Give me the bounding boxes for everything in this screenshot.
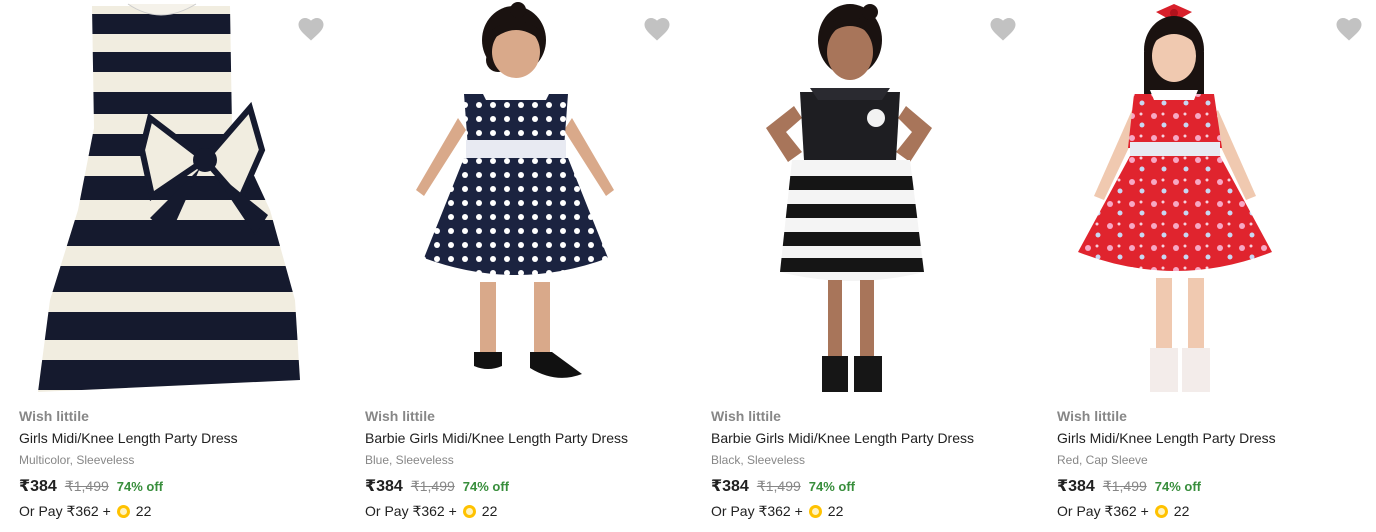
product-variant: Multicolor, Sleeveless <box>19 453 135 467</box>
selling-price: ₹384 <box>19 478 57 495</box>
pay-with-coins-text: Or Pay ₹362 + <box>1057 502 1149 519</box>
heart-icon <box>644 18 670 41</box>
polka-dot-dress-image <box>416 2 614 378</box>
striped-satin-dress-image <box>766 4 932 392</box>
product-card[interactable]: Wish littile Girls Midi/Knee Length Part… <box>0 0 346 532</box>
product-title[interactable]: Girls Midi/Knee Length Party Dress <box>19 428 339 448</box>
original-price: ₹1,499 <box>410 477 455 494</box>
discount-label: 74% off <box>1154 478 1202 494</box>
supercoin-icon <box>1154 504 1168 518</box>
coin-count: 22 <box>827 503 844 519</box>
product-variant: Red, Cap Sleeve <box>1057 453 1148 467</box>
discount-label: 74% off <box>116 478 164 494</box>
product-info: Wish littile Girls Midi/Knee Length Part… <box>19 407 339 522</box>
product-info: Wish littile Girls Midi/Knee Length Part… <box>1057 407 1376 522</box>
product-card[interactable]: Wish littile Girls Midi/Knee Length Part… <box>1038 0 1376 532</box>
supercoin-icon <box>462 504 476 518</box>
wishlist-button[interactable] <box>642 14 672 42</box>
selling-price: ₹384 <box>365 478 403 495</box>
original-price: ₹1,499 <box>1102 477 1147 494</box>
supercoin-icon <box>808 504 822 518</box>
product-card[interactable]: Wish littile Barbie Girls Midi/Knee Leng… <box>346 0 692 532</box>
product-brand: Wish littile <box>1057 408 1127 424</box>
product-title[interactable]: Girls Midi/Knee Length Party Dress <box>1057 428 1376 448</box>
heart-icon <box>990 18 1016 41</box>
supercoin-offer: Or Pay ₹362 + 22 <box>19 500 339 522</box>
product-info: Wish littile Barbie Girls Midi/Knee Leng… <box>711 407 1031 522</box>
coin-count: 22 <box>481 503 498 519</box>
product-brand: Wish littile <box>19 408 89 424</box>
supercoin-offer: Or Pay ₹362 + 22 <box>711 500 1031 522</box>
supercoin-icon <box>116 504 130 518</box>
product-grid: Wish littile Girls Midi/Knee Length Part… <box>0 0 1376 532</box>
discount-label: 74% off <box>462 478 510 494</box>
wishlist-button[interactable] <box>1334 14 1364 42</box>
product-info: Wish littile Barbie Girls Midi/Knee Leng… <box>365 407 685 522</box>
pay-with-coins-text: Or Pay ₹362 + <box>365 502 457 519</box>
product-image[interactable] <box>346 0 692 400</box>
product-variant: Blue, Sleeveless <box>365 453 454 467</box>
supercoin-offer: Or Pay ₹362 + 22 <box>365 500 685 522</box>
heart-icon <box>298 18 324 41</box>
discount-label: 74% off <box>808 478 856 494</box>
product-card[interactable]: Wish littile Barbie Girls Midi/Knee Leng… <box>692 0 1038 532</box>
product-image[interactable] <box>1038 0 1376 400</box>
price-row: ₹384 ₹1,499 74% off <box>365 475 685 497</box>
product-brand: Wish littile <box>711 408 781 424</box>
original-price: ₹1,499 <box>64 477 109 494</box>
original-price: ₹1,499 <box>756 477 801 494</box>
selling-price: ₹384 <box>711 478 749 495</box>
coin-count: 22 <box>1173 503 1190 519</box>
wishlist-button[interactable] <box>296 14 326 42</box>
wishlist-button[interactable] <box>988 14 1018 42</box>
product-image[interactable] <box>692 0 1038 400</box>
product-title[interactable]: Barbie Girls Midi/Knee Length Party Dres… <box>365 428 685 448</box>
product-variant: Black, Sleeveless <box>711 453 806 467</box>
product-image[interactable] <box>0 0 346 400</box>
heart-icon <box>1336 18 1362 41</box>
price-row: ₹384 ₹1,499 74% off <box>711 475 1031 497</box>
price-row: ₹384 ₹1,499 74% off <box>1057 475 1376 497</box>
product-title[interactable]: Barbie Girls Midi/Knee Length Party Dres… <box>711 428 1031 448</box>
coin-count: 22 <box>135 503 152 519</box>
pay-with-coins-text: Or Pay ₹362 + <box>19 502 111 519</box>
product-brand: Wish littile <box>365 408 435 424</box>
supercoin-offer: Or Pay ₹362 + 22 <box>1057 500 1376 522</box>
striped-bow-dress-image <box>38 3 300 392</box>
pay-with-coins-text: Or Pay ₹362 + <box>711 502 803 519</box>
red-floral-dress-image <box>1078 4 1272 392</box>
selling-price: ₹384 <box>1057 478 1095 495</box>
price-row: ₹384 ₹1,499 74% off <box>19 475 339 497</box>
